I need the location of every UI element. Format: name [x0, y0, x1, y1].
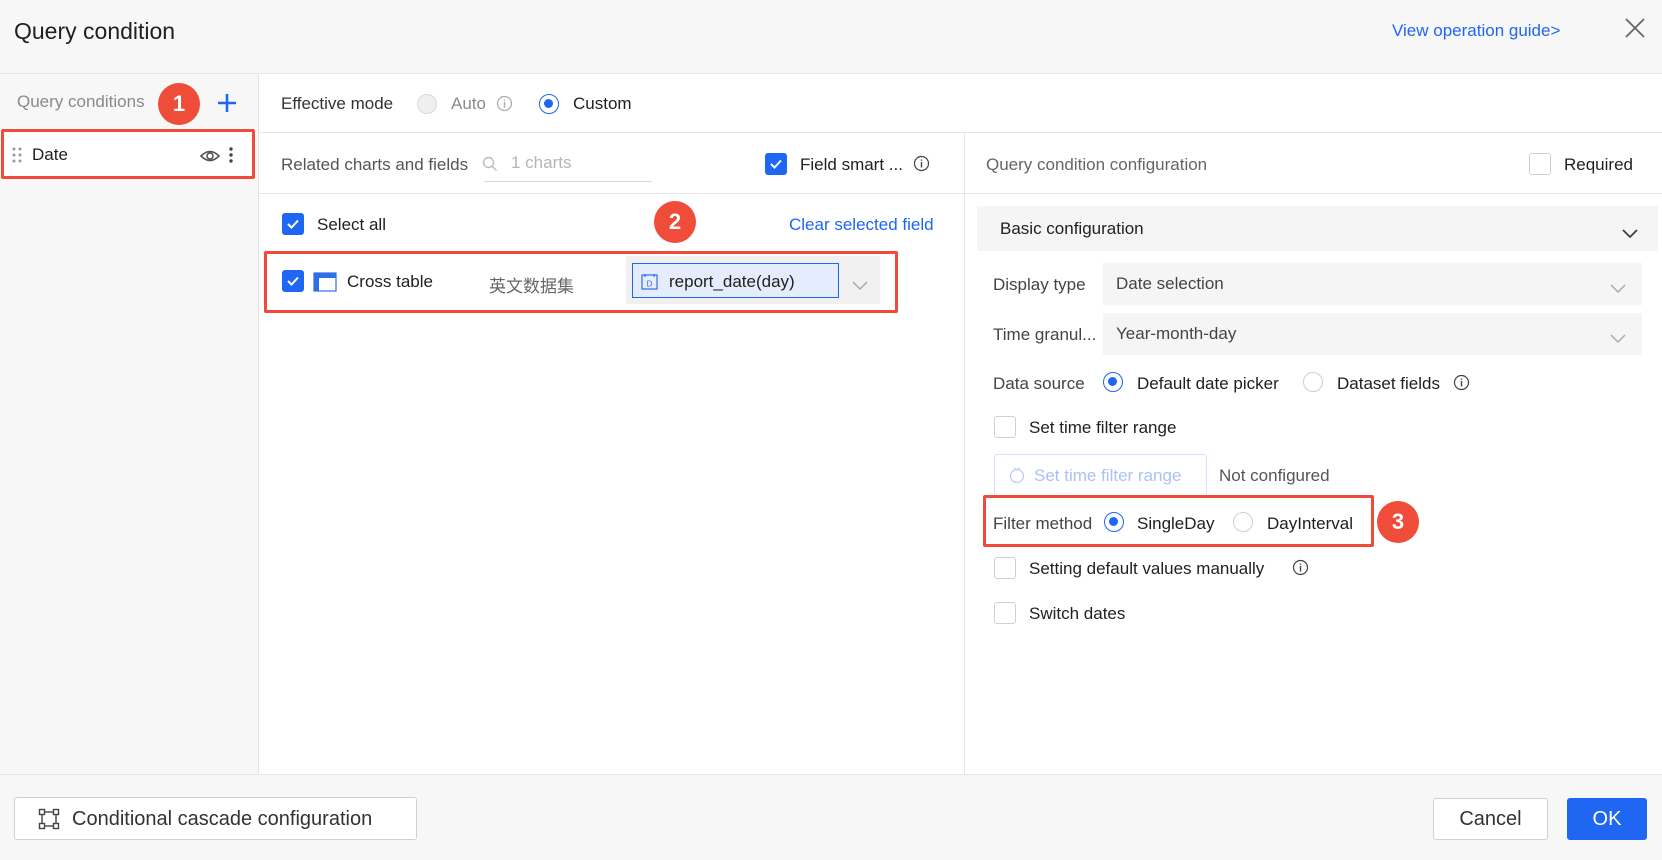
chevron-down-icon [1610, 279, 1626, 294]
dialog-title: Query condition [14, 18, 176, 44]
required-checkbox[interactable] [1529, 153, 1551, 175]
field-smart-label: Field smart ... [800, 155, 903, 174]
related-charts-label: Related charts and fields [281, 155, 469, 174]
select-all-checkbox[interactable] [282, 213, 304, 235]
dataset-fields-radio[interactable] [1303, 372, 1323, 392]
custom-radio[interactable] [539, 94, 559, 114]
info-icon [496, 95, 513, 112]
highlight-box-2 [264, 251, 898, 313]
highlight-box-3 [983, 495, 1374, 547]
add-condition-icon[interactable] [214, 90, 240, 116]
auto-radio-label: Auto [451, 94, 486, 113]
info-icon [913, 155, 930, 172]
view-operation-guide-link[interactable]: View operation guide> [1392, 21, 1560, 41]
time-granularity-label: Time granul... [993, 325, 1097, 344]
ok-button[interactable]: OK [1567, 798, 1647, 840]
switch-dates-checkbox[interactable] [994, 602, 1016, 624]
field-smart-checkbox[interactable] [765, 153, 787, 175]
section-title: Basic configuration [1000, 219, 1144, 238]
step-badge-1: 1 [158, 83, 200, 125]
display-type-value: Date selection [1116, 274, 1224, 293]
divider [259, 132, 1662, 133]
highlight-box-1 [1, 129, 255, 179]
range-icon [1008, 466, 1026, 484]
step-badge-2: 2 [654, 201, 696, 243]
set-time-filter-range-label: Set time filter range [1029, 418, 1177, 437]
default-values-checkbox[interactable] [994, 557, 1016, 579]
display-type-label: Display type [993, 275, 1086, 294]
set-time-filter-range-checkbox[interactable] [994, 416, 1016, 438]
step-badge-3: 3 [1377, 501, 1419, 543]
auto-radio[interactable] [417, 94, 437, 114]
column-divider [964, 133, 965, 774]
effective-mode-label: Effective mode [281, 94, 394, 113]
info-icon [1453, 374, 1470, 391]
required-label: Required [1564, 155, 1633, 174]
default-date-picker-label: Default date picker [1137, 374, 1279, 393]
dataset-fields-label: Dataset fields [1337, 374, 1440, 393]
time-granularity-value: Year-month-day [1116, 324, 1237, 343]
conditional-cascade-label: Conditional cascade configuration [72, 808, 373, 830]
custom-radio-label: Custom [573, 94, 632, 113]
not-configured-text: Not configured [1219, 466, 1330, 485]
close-icon[interactable] [1622, 15, 1648, 41]
set-time-filter-range-button-label: Set time filter range [1034, 466, 1182, 485]
clear-selected-field-link[interactable]: Clear selected field [789, 215, 934, 235]
divider [259, 193, 1662, 194]
switch-dates-label: Switch dates [1029, 604, 1126, 623]
query-conditions-panel [0, 74, 259, 774]
query-conditions-header: Query conditions [17, 92, 145, 111]
search-icon [482, 156, 498, 172]
cancel-button[interactable]: Cancel [1433, 798, 1548, 840]
cascade-icon [38, 808, 60, 830]
config-header: Query condition configuration [986, 155, 1208, 174]
chart-search-placeholder: 1 charts [511, 153, 572, 172]
chevron-down-icon[interactable] [1622, 224, 1638, 239]
select-all-label: Select all [317, 215, 386, 234]
default-date-picker-radio[interactable] [1103, 372, 1123, 392]
info-icon [1292, 559, 1309, 576]
default-values-label: Setting default values manually [1029, 559, 1265, 578]
chevron-down-icon [1610, 329, 1626, 344]
data-source-label: Data source [993, 374, 1085, 393]
